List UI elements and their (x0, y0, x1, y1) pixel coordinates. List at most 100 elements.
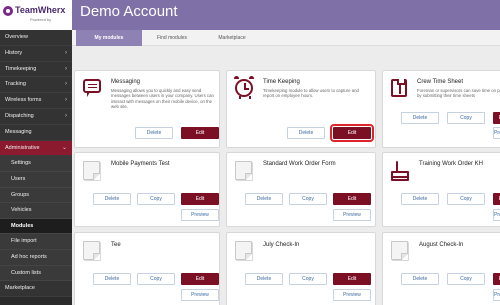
sidebar-item-label: Marketplace (5, 285, 35, 292)
sidebar-item-label: Messaging (5, 128, 32, 135)
module-card-standard-work-order-form: Standard Work Order Form Delete Copy Edi… (226, 152, 376, 227)
document-icon (235, 161, 252, 180)
delete-button[interactable]: Delete (287, 127, 325, 139)
delete-button[interactable]: Delete (93, 273, 131, 285)
module-title: Time Keeping (263, 79, 300, 85)
edit-button[interactable]: Edit (330, 124, 374, 142)
chevron-down-icon: ⌄ (61, 144, 67, 151)
tab-my-modules[interactable]: My modules (76, 30, 142, 46)
sidebar-subitem-vehicles[interactable]: Vehicles (0, 203, 72, 219)
module-title: Mobile Payments Test (111, 161, 170, 167)
sidebar-item-label: Overview (5, 34, 28, 40)
page-header: Demo Account (72, 0, 500, 30)
brand-powered-by: Powered by (30, 17, 52, 22)
preview-button[interactable]: Preview (493, 209, 500, 221)
sidebar: TeamWherx Powered by Overview History › T… (0, 0, 72, 305)
sidebar-item-administrative[interactable]: Administrative ⌄ (0, 140, 72, 157)
document-icon (83, 161, 100, 180)
edit-button[interactable]: Edit (493, 273, 500, 285)
brand-logo[interactable]: TeamWherx Powered by (0, 0, 72, 30)
chevron-right-icon: › (65, 65, 67, 72)
sidebar-item-messaging[interactable]: Messaging (0, 124, 72, 141)
sidebar-subitem-file-import[interactable]: File import (0, 234, 72, 250)
copy-button[interactable]: Copy (289, 193, 327, 205)
module-card-july-check-in: July Check-In Delete Copy Edit Preview (226, 232, 376, 305)
preview-button[interactable]: Preview (181, 209, 219, 221)
module-card-august-check-in: August Check-In Delete Copy Edit Preview (382, 232, 500, 305)
alarm-clock-icon (234, 76, 254, 99)
delete-button[interactable]: Delete (93, 193, 131, 205)
sidebar-subitem-label: Users (11, 175, 26, 182)
teamwherx-logo-icon (3, 6, 13, 16)
sidebar-item-wireless-forms[interactable]: Wireless forms › (0, 93, 72, 109)
brand-name: TeamWherx (15, 5, 66, 15)
sidebar-item-dispatching[interactable]: Dispatching › (0, 108, 72, 125)
module-description: Messaging allows you to quickly and easy… (111, 88, 214, 109)
edit-button[interactable]: Edit (333, 273, 371, 285)
sidebar-item-label: Timekeeping (5, 65, 37, 72)
sidebar-subitem-label: Modules (11, 222, 34, 229)
tab-marketplace[interactable]: Marketplace (202, 30, 262, 46)
module-tabs: My modules Find modules Marketplace (72, 30, 500, 46)
edit-button[interactable]: Edit (181, 273, 219, 285)
delete-button[interactable]: Delete (401, 193, 439, 205)
preview-button[interactable]: Preview (333, 289, 371, 301)
sidebar-item-tracking[interactable]: Tracking › (0, 77, 72, 94)
document-icon (235, 241, 252, 260)
document-icon (83, 241, 100, 260)
sidebar-subitem-label: Groups (11, 191, 30, 198)
sidebar-subitem-label: Vehicles (11, 207, 32, 214)
sidebar-subitem-users[interactable]: Users (0, 171, 72, 188)
sidebar-item-label: Tracking (5, 81, 26, 88)
copy-button[interactable]: Copy (447, 112, 485, 124)
tab-find-modules[interactable]: Find modules (142, 30, 202, 46)
module-title: Crew Time Sheet (417, 79, 464, 85)
delete-button[interactable]: Delete (245, 193, 283, 205)
preview-button[interactable]: Preview (493, 289, 500, 301)
edit-button[interactable]: Edit (493, 112, 500, 124)
module-description: Timekeeping module to allow users to cap… (263, 88, 359, 99)
module-title: Messaging (111, 79, 141, 85)
module-card-time-keeping: Time Keeping Timekeeping module to allow… (226, 70, 376, 148)
edit-button[interactable]: Edit (493, 193, 500, 205)
sidebar-item-timekeeping[interactable]: Timekeeping › (0, 61, 72, 78)
edit-button[interactable]: Edit (333, 193, 371, 205)
delete-button[interactable]: Delete (135, 127, 173, 139)
sidebar-subitem-custom-lists[interactable]: Custom lists (0, 265, 72, 282)
edit-button[interactable]: Edit (181, 193, 219, 205)
sidebar-subitem-ad-hoc-reports[interactable]: Ad hoc reports (0, 249, 72, 266)
delete-button[interactable]: Delete (401, 112, 439, 124)
copy-button[interactable]: Copy (447, 273, 485, 285)
chevron-right-icon: › (65, 97, 67, 104)
preview-button[interactable]: Preview (181, 289, 219, 301)
sidebar-item-label: History (5, 49, 23, 56)
sidebar-subitem-label: Ad hoc reports (11, 253, 47, 260)
document-icon (391, 241, 408, 260)
module-title: August Check-In (419, 242, 464, 248)
sidebar-subitem-modules[interactable]: Modules (0, 218, 72, 235)
module-title: July Check-In (263, 242, 300, 248)
modules-grid: Messaging Messaging allows you to quickl… (72, 46, 500, 305)
preview-button[interactable]: Preview (333, 209, 371, 221)
preview-button[interactable]: Preview (493, 127, 500, 139)
page-title: Demo Account (80, 3, 178, 20)
sidebar-item-label: Wireless forms (5, 97, 42, 104)
message-icon (83, 79, 101, 97)
module-title: Standard Work Order Form (263, 161, 336, 167)
copy-button[interactable]: Copy (137, 193, 175, 205)
sidebar-subitem-settings[interactable]: Settings (0, 156, 72, 172)
sidebar-subitem-label: File import (11, 238, 37, 245)
sidebar-item-marketplace[interactable]: Marketplace (0, 281, 72, 297)
sidebar-subitem-label: Settings (11, 160, 31, 167)
sidebar-subitem-groups[interactable]: Groups (0, 187, 72, 204)
copy-button[interactable]: Copy (137, 273, 175, 285)
sidebar-item-history[interactable]: History › (0, 45, 72, 62)
delete-button[interactable]: Delete (245, 273, 283, 285)
sidebar-item-overview[interactable]: Overview (0, 30, 72, 46)
module-description: Foreman or supervisors can save time on … (417, 88, 500, 99)
copy-button[interactable]: Copy (447, 193, 485, 205)
edit-button[interactable]: Edit (181, 127, 219, 139)
copy-button[interactable]: Copy (289, 273, 327, 285)
delete-button[interactable]: Delete (401, 273, 439, 285)
chevron-right-icon: › (65, 81, 67, 88)
